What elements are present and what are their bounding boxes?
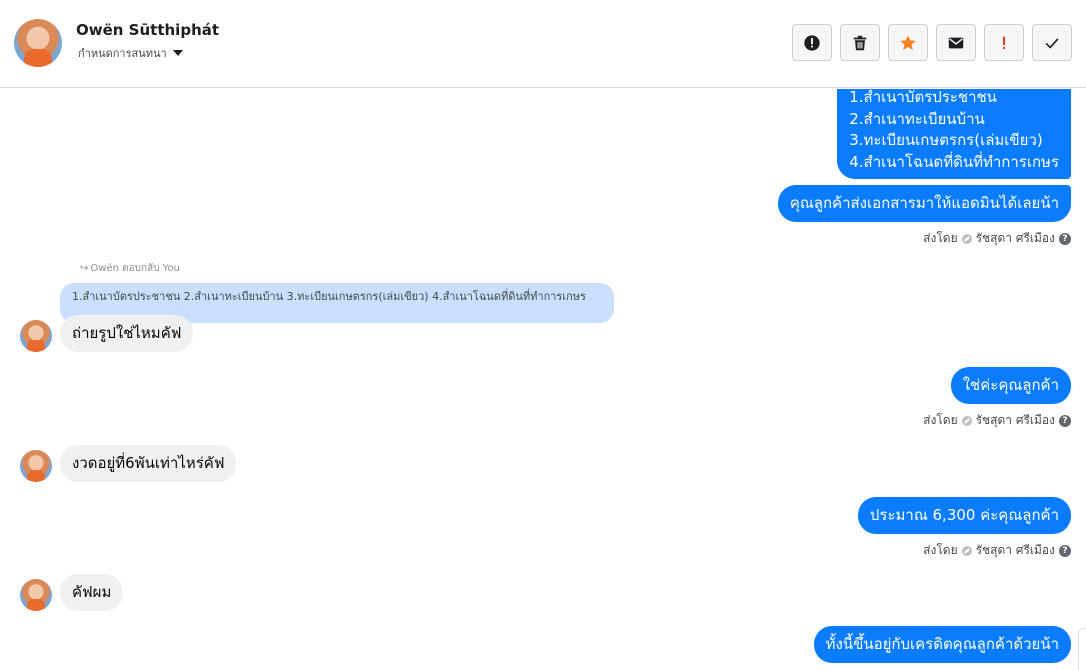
assign-conversation-label: กำหนดการสนทนา bbox=[78, 47, 167, 60]
message-incoming[interactable]: คัฟผม bbox=[60, 574, 124, 611]
message-outgoing[interactable]: ประมาณ 6,300 ค่ะคุณลูกค้า bbox=[857, 497, 1071, 534]
trash-icon bbox=[853, 35, 867, 50]
check-icon bbox=[1045, 37, 1059, 49]
scrollbar[interactable] bbox=[1078, 628, 1086, 670]
sent-by-prefix: ส่งโดย bbox=[923, 413, 958, 427]
star-icon bbox=[900, 34, 916, 50]
delete-button[interactable] bbox=[840, 24, 880, 61]
reply-label-text: Owën ตอบกลับ You bbox=[90, 263, 180, 274]
star-button[interactable] bbox=[888, 24, 928, 61]
sent-by-prefix: ส่งโดย bbox=[923, 231, 958, 245]
message-text: คุณลูกค้าส่งเอกสารมาให้แอดมินได้เลยน้า bbox=[789, 194, 1059, 212]
assign-conversation-dropdown[interactable]: กำหนดการสนทนา bbox=[78, 44, 183, 62]
sent-by-label: ส่งโดย รัชสุดา ศรีเมือง ? bbox=[923, 411, 1071, 430]
message-outgoing[interactable]: คุณลูกค้าส่งเอกสารมาให้แอดมินได้เลยน้า bbox=[777, 185, 1071, 222]
sent-by-agent[interactable]: รัชสุดา ศรีเมือง bbox=[976, 229, 1055, 248]
conversation-header: Owën Sūtthiphát กำหนดการสนทนา bbox=[0, 0, 1086, 88]
contact-avatar[interactable] bbox=[20, 450, 52, 482]
reply-label: ↪ Owën ตอบกลับ You bbox=[80, 261, 180, 276]
message-text: ประมาณ 6,300 ค่ะคุณลูกค้า bbox=[869, 506, 1059, 524]
contact-avatar[interactable] bbox=[20, 579, 52, 611]
mark-done-button[interactable] bbox=[1032, 24, 1072, 61]
message-text: ทั้งนี้ขึ้นอยู่กับเครดิตคุณลูกค้าด้วยน้า bbox=[825, 635, 1059, 653]
mark-spam-button[interactable] bbox=[792, 24, 832, 61]
sent-by-label: ส่งโดย รัชสุดา ศรีเมือง ? bbox=[923, 541, 1071, 560]
contact-name[interactable]: Owën Sūtthiphát bbox=[76, 21, 219, 39]
sent-status-icon bbox=[961, 233, 972, 244]
message-incoming[interactable]: งวดอยู่ที่6พันเท่าไหร่คัฟ bbox=[60, 445, 237, 482]
sent-by-agent[interactable]: รัชสุดา ศรีเมือง bbox=[976, 411, 1055, 430]
mark-unread-button[interactable] bbox=[936, 24, 976, 61]
quoted-text: 1.สำเนาบัตรประชาชน 2.สำเนาทะเบียนบ้าน 3.… bbox=[72, 290, 586, 303]
reply-arrow-icon: ↪ bbox=[80, 263, 89, 274]
exclamation-icon bbox=[1003, 36, 1006, 49]
message-outgoing[interactable]: ทั้งนี้ขึ้นอยู่กับเครดิตคุณลูกค้าด้วยน้า bbox=[813, 626, 1071, 663]
message-text: คัฟผม bbox=[72, 583, 112, 601]
sent-by-label: ส่งโดย รัชสุดา ศรีเมือง ? bbox=[923, 229, 1071, 248]
message-incoming[interactable]: ถ่ายรูปใช่ไหมคัฟ bbox=[60, 315, 194, 352]
sent-status-icon bbox=[961, 545, 972, 556]
message-text: ใช่ค่ะคุณลูกค้า bbox=[962, 376, 1059, 394]
sent-by-agent[interactable]: รัชสุดา ศรีเมือง bbox=[976, 541, 1055, 560]
conversation-thread[interactable]: 1.สำเนาบัตรประชาชน 2.สำเนาทะเบียนบ้าน 3.… bbox=[0, 89, 1086, 670]
help-icon[interactable]: ? bbox=[1059, 544, 1071, 557]
message-text: งวดอยู่ที่6พันเท่าไหร่คัฟ bbox=[72, 454, 225, 472]
message-text: ถ่ายรูปใช่ไหมคัฟ bbox=[72, 324, 182, 342]
message-outgoing[interactable]: 1.สำเนาบัตรประชาชน 2.สำเนาทะเบียนบ้าน 3.… bbox=[837, 89, 1071, 179]
sent-status-icon bbox=[961, 415, 972, 426]
caret-down-icon bbox=[172, 50, 183, 56]
contact-avatar[interactable] bbox=[20, 320, 52, 352]
flag-button[interactable] bbox=[984, 24, 1024, 61]
envelope-icon bbox=[948, 37, 964, 48]
contact-avatar[interactable] bbox=[14, 19, 62, 67]
message-line: 2.สำเนาทะเบียนบ้าน bbox=[849, 109, 985, 128]
help-icon[interactable]: ? bbox=[1059, 414, 1071, 427]
message-outgoing[interactable]: ใช่ค่ะคุณลูกค้า bbox=[950, 367, 1071, 404]
message-line: 3.ทะเบียนเกษตรกร(เล่มเขียว) bbox=[849, 131, 1043, 149]
message-line: 4.สำเนาโฉนดที่ดินที่ทำการเกษร bbox=[849, 152, 1059, 171]
message-line: 1.สำเนาบัตรประชาชน bbox=[849, 89, 997, 106]
conversation-toolbar bbox=[792, 24, 1072, 61]
help-icon[interactable]: ? bbox=[1059, 232, 1071, 245]
alert-circle-icon bbox=[804, 34, 820, 51]
sent-by-prefix: ส่งโดย bbox=[923, 543, 958, 557]
